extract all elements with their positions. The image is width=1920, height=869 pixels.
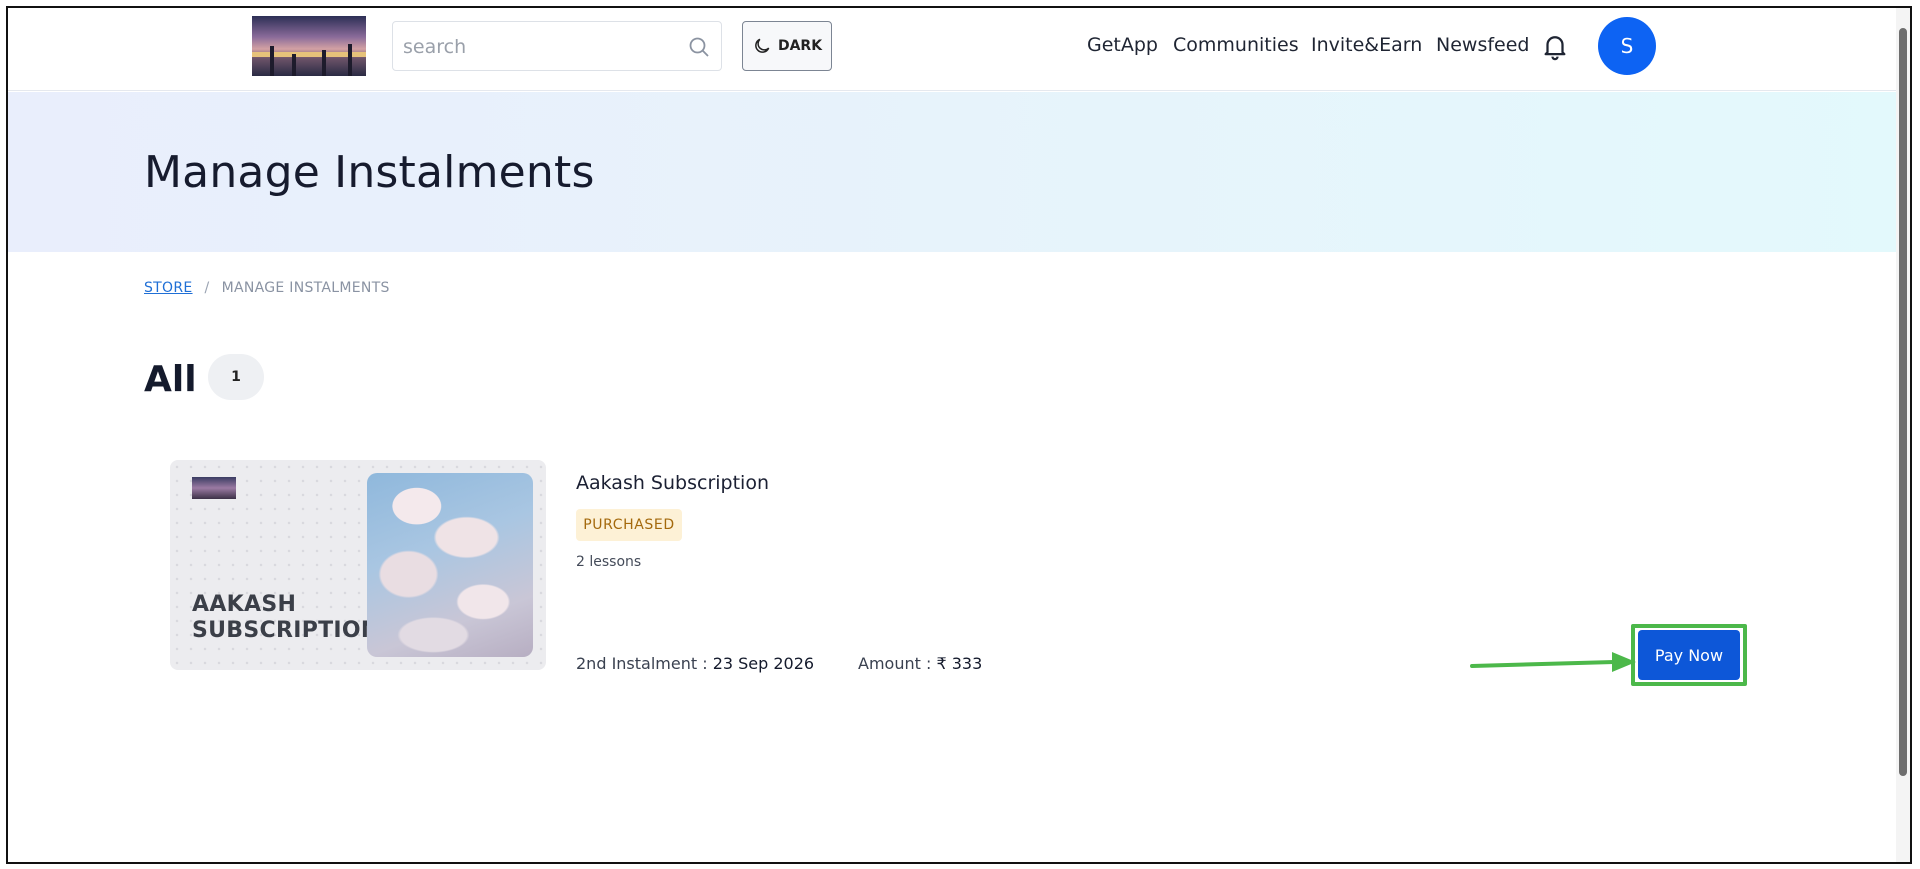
status-badge: PURCHASED <box>576 509 682 541</box>
dark-mode-toggle[interactable]: DARK <box>742 21 832 71</box>
nav-communities[interactable]: Communities <box>1173 34 1299 56</box>
dark-mode-label: DARK <box>777 38 823 54</box>
instalment-date: 23 Sep 2026 <box>712 654 815 673</box>
instalment-label: 2nd Instalment : <box>576 654 713 673</box>
breadcrumb: STORE / MANAGE INSTALMENTS <box>144 280 390 296</box>
top-navbar: DARK GetApp Communities Invite&Earn News… <box>8 8 1900 91</box>
search-icon[interactable] <box>687 35 711 59</box>
nav-invite-earn[interactable]: Invite&Earn <box>1311 34 1422 56</box>
thumbnail-title-line2: SUBSCRIPTION <box>192 618 380 643</box>
page-title: Manage Instalments <box>144 147 595 198</box>
search-input[interactable] <box>403 34 663 60</box>
thumbnail-cloud-image <box>367 473 533 657</box>
count-badge: 1 <box>208 354 264 400</box>
amount-info: Amount : ₹ 333 <box>858 654 982 673</box>
vertical-scrollbar[interactable] <box>1896 8 1910 862</box>
course-thumbnail[interactable]: AAKASH SUBSCRIPTION <box>170 460 546 670</box>
bell-icon[interactable] <box>1540 30 1570 62</box>
thumbnail-logo <box>192 477 236 499</box>
search-box <box>392 21 722 71</box>
course-title[interactable]: Aakash Subscription <box>576 472 769 494</box>
amount-value: ₹ 333 <box>936 654 983 673</box>
browser-frame: DARK GetApp Communities Invite&Earn News… <box>6 6 1912 864</box>
breadcrumb-separator: / <box>204 280 210 296</box>
thumbnail-title: AAKASH SUBSCRIPTION <box>192 592 380 644</box>
breadcrumb-store-link[interactable]: STORE <box>144 280 193 296</box>
moon-icon <box>755 38 770 53</box>
breadcrumb-current: MANAGE INSTALMENTS <box>221 280 390 296</box>
site-logo[interactable] <box>252 16 366 76</box>
pay-now-button[interactable]: Pay Now <box>1638 630 1740 680</box>
page-banner: Manage Instalments <box>8 92 1900 252</box>
annotation-arrow-icon <box>1470 652 1636 672</box>
instalment-info: 2nd Instalment : 23 Sep 2026 <box>576 654 814 673</box>
scrollbar-thumb[interactable] <box>1899 28 1907 776</box>
thumbnail-title-line1: AAKASH <box>192 592 297 617</box>
amount-label: Amount : <box>858 654 937 673</box>
nav-newsfeed[interactable]: Newsfeed <box>1436 34 1529 56</box>
nav-getapp[interactable]: GetApp <box>1087 34 1158 56</box>
user-avatar[interactable]: S <box>1598 17 1656 75</box>
filter-heading: All <box>144 359 197 400</box>
lesson-count: 2 lessons <box>576 554 642 570</box>
